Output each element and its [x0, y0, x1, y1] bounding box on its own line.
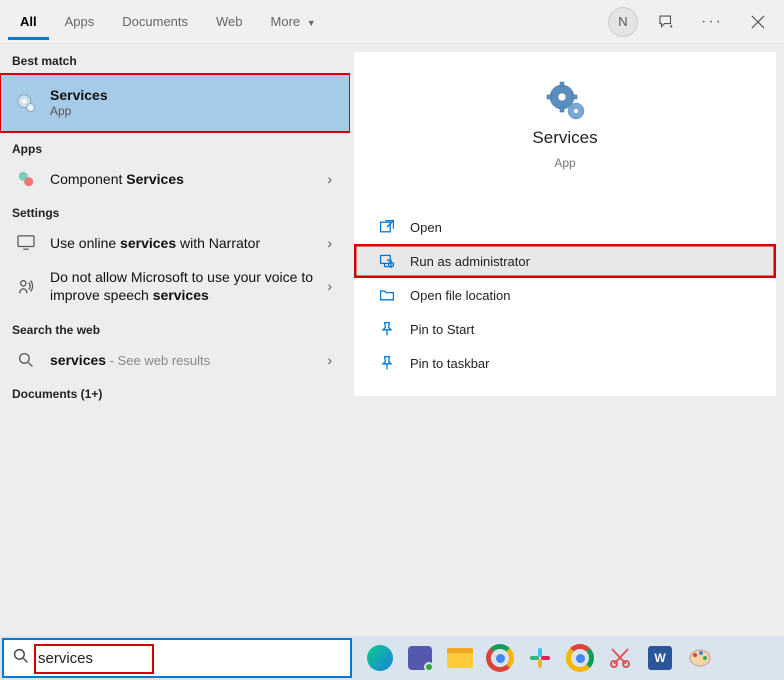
results-pane: Best match Services App Apps Component S…: [0, 44, 350, 636]
open-icon: [378, 219, 396, 235]
action-label: Pin to taskbar: [410, 356, 490, 371]
chevron-right-icon: ›: [327, 171, 336, 187]
filter-tabs: All Apps Documents Web More ▼: [8, 4, 608, 40]
filter-tab-more-label: More: [271, 14, 301, 29]
result-web-services[interactable]: services - See web results ›: [0, 343, 350, 378]
folder-icon: [378, 287, 396, 303]
search-input[interactable]: [38, 640, 350, 676]
preview-subtitle: App: [554, 156, 575, 170]
action-pin-to-taskbar[interactable]: Pin to taskbar: [354, 346, 776, 380]
taskbar-search[interactable]: [2, 638, 352, 678]
chevron-right-icon: ›: [327, 235, 336, 251]
action-open[interactable]: Open: [354, 210, 776, 244]
filter-tab-all[interactable]: All: [8, 4, 49, 40]
result-title: Services: [50, 86, 336, 104]
admin-icon: [378, 253, 396, 269]
chrome-canary-icon[interactable]: [564, 642, 596, 674]
action-pin-to-start[interactable]: Pin to Start: [354, 312, 776, 346]
action-run-as-admin[interactable]: Run as administrator: [354, 244, 776, 278]
chevron-right-icon: ›: [327, 352, 336, 368]
preview-title: Services: [532, 128, 597, 148]
windows-search-panel: All Apps Documents Web More ▼ N ··· Best…: [0, 0, 784, 680]
user-avatar[interactable]: N: [608, 7, 638, 37]
action-label: Open: [410, 220, 442, 235]
result-best-match-services[interactable]: Services App: [0, 74, 350, 132]
top-right-controls: N ···: [608, 4, 776, 40]
result-subtitle: App: [50, 104, 336, 120]
feedback-icon[interactable]: [648, 4, 684, 40]
action-open-file-location[interactable]: Open file location: [354, 278, 776, 312]
search-icon: [14, 352, 38, 368]
search-filter-topbar: All Apps Documents Web More ▼ N ···: [0, 0, 784, 44]
taskbar: W: [0, 636, 784, 680]
component-icon: [14, 170, 38, 188]
section-web: Search the web: [0, 313, 350, 343]
result-component-services[interactable]: Component Services ›: [0, 162, 350, 196]
search-content: Best match Services App Apps Component S…: [0, 44, 784, 636]
result-text: services - See web results: [50, 351, 315, 370]
chevron-down-icon: ▼: [307, 18, 316, 28]
result-text: Component Services: [50, 170, 315, 188]
preview-actions: Open Run as administrator Open file loca…: [354, 210, 776, 380]
pin-icon: [378, 321, 396, 337]
more-options-icon[interactable]: ···: [694, 4, 730, 40]
preview-card: Services App Open Run as adminis: [354, 52, 776, 396]
filter-tab-apps[interactable]: Apps: [53, 4, 107, 40]
monitor-icon: [14, 235, 38, 251]
preview-pane: Services App Open Run as adminis: [350, 44, 784, 636]
action-label: Pin to Start: [410, 322, 474, 337]
section-best-match: Best match: [0, 44, 350, 74]
result-text: Services App: [50, 86, 336, 120]
filter-tab-more[interactable]: More ▼: [259, 4, 328, 40]
taskbar-icons: W: [354, 642, 716, 674]
close-icon[interactable]: [740, 4, 776, 40]
section-settings: Settings: [0, 196, 350, 226]
section-apps: Apps: [0, 132, 350, 162]
file-explorer-icon[interactable]: [444, 642, 476, 674]
result-narrator-services[interactable]: Use online services with Narrator ›: [0, 226, 350, 260]
search-icon: [4, 648, 38, 669]
chevron-right-icon: ›: [327, 278, 336, 294]
result-speech-services[interactable]: Do not allow Microsoft to use your voice…: [0, 260, 350, 312]
edge-icon[interactable]: [364, 642, 396, 674]
slack-icon[interactable]: [524, 642, 556, 674]
preview-header: Services App: [354, 80, 776, 170]
pin-icon: [378, 355, 396, 371]
action-label: Run as administrator: [410, 254, 530, 269]
paint-icon[interactable]: [684, 642, 716, 674]
action-label: Open file location: [410, 288, 510, 303]
gear-icon: [14, 92, 38, 114]
word-icon[interactable]: W: [644, 642, 676, 674]
result-text: Use online services with Narrator: [50, 234, 315, 252]
teams-icon[interactable]: [404, 642, 436, 674]
voice-icon: [14, 277, 38, 295]
section-documents: Documents (1+): [0, 377, 350, 407]
filter-tab-documents[interactable]: Documents: [110, 4, 200, 40]
chrome-icon[interactable]: [484, 642, 516, 674]
result-text: Do not allow Microsoft to use your voice…: [50, 268, 315, 304]
filter-tab-web[interactable]: Web: [204, 4, 255, 40]
gear-icon: [545, 80, 585, 120]
snip-icon[interactable]: [604, 642, 636, 674]
